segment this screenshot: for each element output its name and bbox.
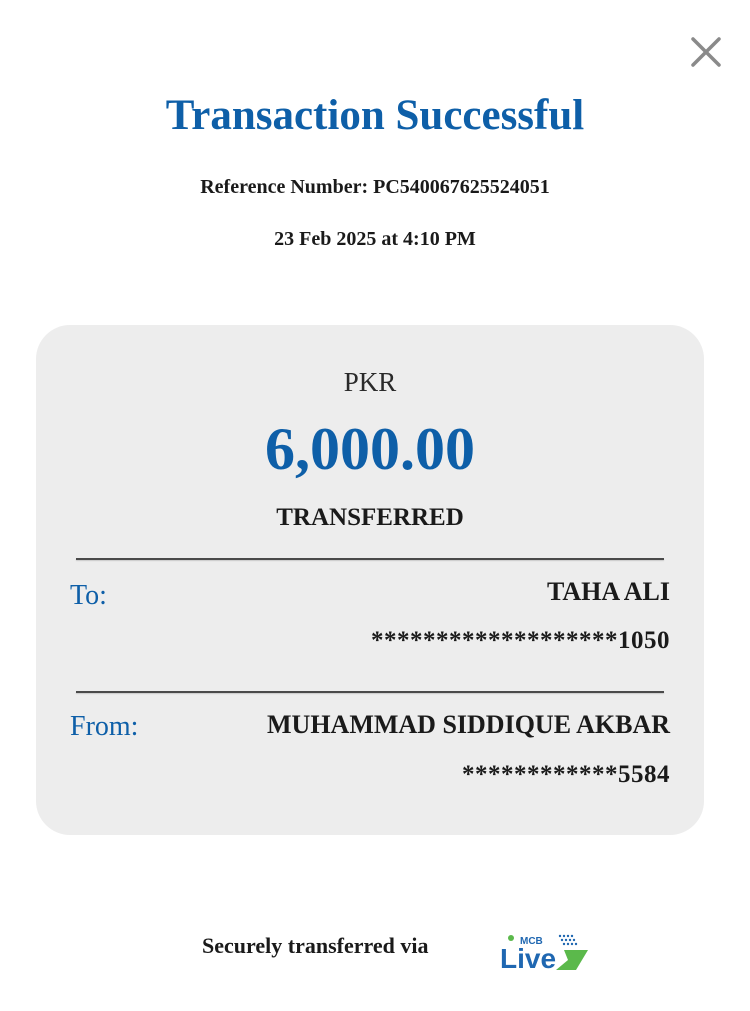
sender-name: MUHAMMAD SIDDIQUE AKBAR [267,710,670,739]
logo-live-text: Live [500,943,556,972]
from-label: From: [70,711,139,742]
status-label: TRANSFERRED [276,504,464,531]
reference-number: Reference Number: PC540067625524051 [200,176,550,198]
recipient-account: *******************1050 [371,627,670,654]
divider [76,558,664,560]
transaction-datetime: 23 Feb 2025 at 4:10 PM [274,228,476,250]
page-title: Transaction Successful [165,92,585,139]
divider [76,691,664,693]
transaction-card: PKR 6,000.00 TRANSFERRED To: TAHA ALI **… [36,325,704,835]
mcb-live-logo: MCB Live [498,930,590,974]
to-label: To: [70,580,107,611]
footer-text: Securely transferred via [202,933,429,958]
currency-label: PKR [343,367,397,397]
close-button[interactable] [688,34,724,70]
recipient-name: TAHA ALI [546,577,670,606]
close-icon [691,37,721,67]
mcb-live-logo-icon: MCB Live [500,934,588,974]
amount-value: 6,000.00 [265,416,475,482]
sender-account: ************5584 [462,761,670,788]
